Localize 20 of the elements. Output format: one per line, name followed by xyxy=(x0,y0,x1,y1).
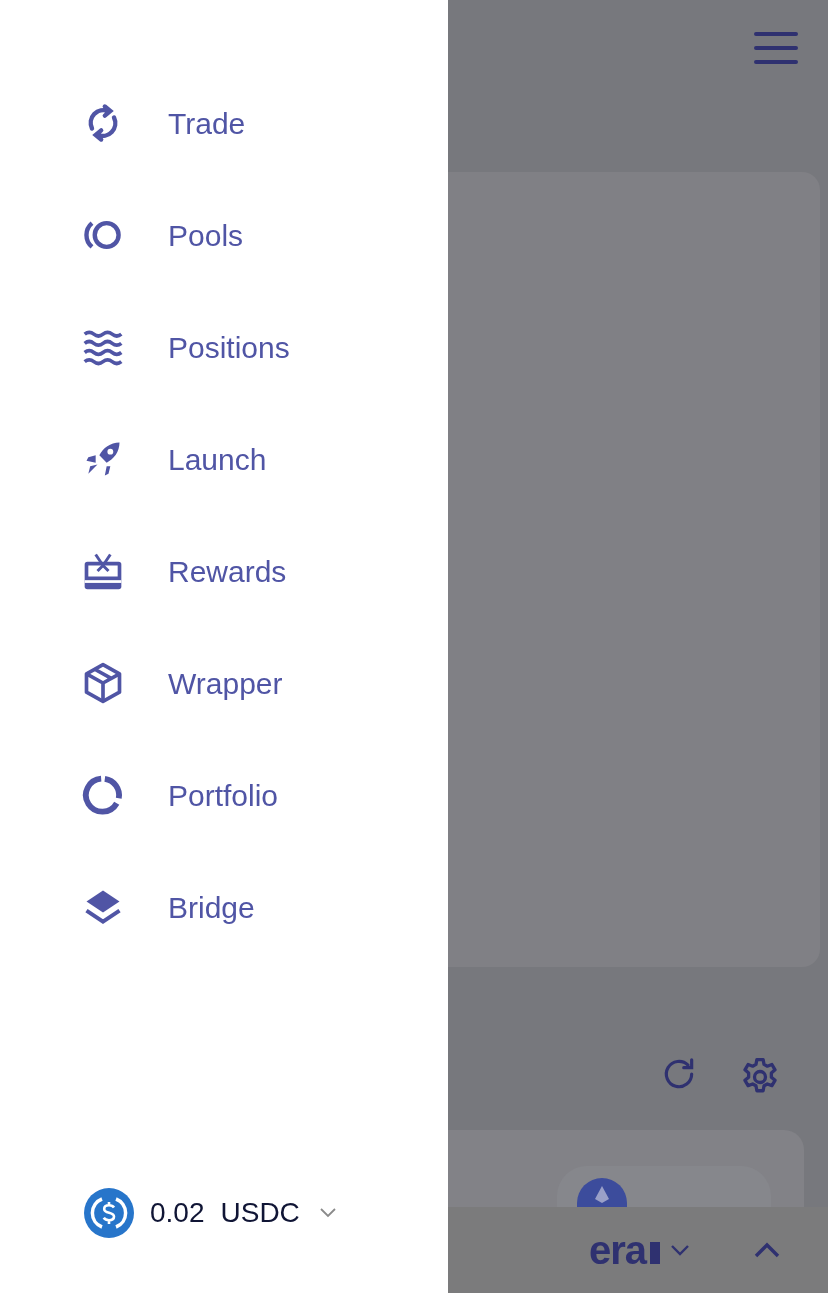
chevron-down-icon xyxy=(319,1208,336,1218)
network-logo: era xyxy=(588,1230,660,1270)
donut-chart-icon xyxy=(81,773,125,817)
menu-item[interactable]: Launch xyxy=(81,431,448,487)
menu-icon[interactable] xyxy=(754,30,798,66)
menu-item[interactable]: Trade xyxy=(81,95,448,151)
menu-item[interactable]: Wrapper xyxy=(81,655,448,711)
dollar-coin-icon xyxy=(84,1188,134,1238)
balance-selector[interactable]: 0.02 USDC xyxy=(84,1188,448,1238)
menu-item[interactable]: Bridge xyxy=(81,879,448,935)
chevron-down-icon xyxy=(670,1244,690,1256)
ethereum-icon xyxy=(577,1178,627,1207)
menu-item[interactable]: Portfolio xyxy=(81,767,448,823)
menu-item[interactable]: Pools xyxy=(81,207,448,263)
menu-item[interactable]: Positions xyxy=(81,319,448,375)
balance-amount: 0.02 xyxy=(150,1196,205,1230)
menu-item[interactable]: Rewards xyxy=(81,543,448,599)
currency-label: USDC xyxy=(220,1196,300,1230)
chevron-up-icon[interactable] xyxy=(754,1242,780,1258)
token-selector[interactable] xyxy=(557,1166,771,1207)
